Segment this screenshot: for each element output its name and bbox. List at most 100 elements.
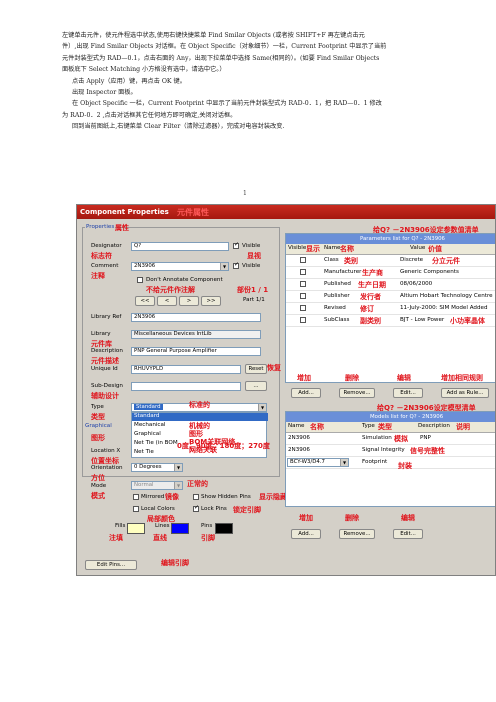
local-colors-checkbox[interactable] xyxy=(133,506,139,512)
model-type: Footprint xyxy=(362,459,388,465)
remove-param-cn: 删除 xyxy=(345,374,359,382)
param-visible-checkbox[interactable] xyxy=(300,317,306,323)
column-header[interactable]: Value xyxy=(410,245,425,251)
doc-line: 件）,出现 Find Smilar Objects 对话框。在 Object S… xyxy=(62,43,387,51)
subdesign-cn: 辅助设计 xyxy=(91,392,119,400)
reset-button[interactable]: Reset xyxy=(245,364,267,374)
properties-label: Properties xyxy=(85,224,116,230)
description-input[interactable]: PNP General Purpose Amplifier xyxy=(131,347,261,356)
unique-id-input[interactable]: RHUVYPLD xyxy=(131,365,241,374)
column-header[interactable]: Name xyxy=(288,423,305,429)
parameters-list-title: Parameters list for Q? - 2N3906 xyxy=(286,234,495,244)
doc-line: 出现 Inspector 面板。 xyxy=(72,89,137,97)
edit-param-cn: 编辑 xyxy=(397,374,411,382)
model-type-cn: 模拟 xyxy=(394,435,408,443)
remove-model-cn: 删除 xyxy=(345,514,359,522)
library-input[interactable]: Miscellaneous Devices IntLib xyxy=(131,330,261,339)
dont-annotate-checkbox[interactable] xyxy=(137,277,143,283)
edit-pins-button[interactable]: Edit Pins... xyxy=(85,560,137,570)
mode-cn: 模式 xyxy=(91,492,105,500)
mode-value-cn: 正常的 xyxy=(187,480,208,488)
column-header[interactable]: Description xyxy=(418,423,450,429)
type-option[interactable]: Graphical xyxy=(134,431,161,437)
last-part-button[interactable]: >> xyxy=(201,296,221,306)
table-row[interactable]: Published 生产日期 08/06/2000 xyxy=(286,279,495,291)
show-hidden-pins-label: Show Hidden Pins xyxy=(201,494,251,500)
mode-select[interactable]: Normal ▼ xyxy=(131,481,183,490)
type-option[interactable]: Standard xyxy=(132,413,268,421)
reset-cn: 恢复 xyxy=(267,364,281,372)
library-ref-input[interactable]: 2N3906 xyxy=(131,313,261,322)
add-model-cn: 增加 xyxy=(299,514,313,522)
subdesign-input[interactable] xyxy=(131,382,241,391)
param-visible-checkbox[interactable] xyxy=(300,293,306,299)
table-row[interactable]: 2N3906 Signal Integrity 信号完整性 xyxy=(286,445,495,457)
param-name-cn: 生产商 xyxy=(362,269,383,277)
edit-parameter-button[interactable]: Edit... xyxy=(393,388,423,398)
edit-model-button[interactable]: Edit... xyxy=(393,529,423,539)
column-header[interactable]: Visible xyxy=(288,245,306,251)
param-visible-checkbox[interactable] xyxy=(300,281,306,287)
dont-annotate-label: Don't Annotate Component xyxy=(146,277,223,283)
lines-color-swatch[interactable] xyxy=(171,523,189,534)
dialog-title-cn: 元件属性 xyxy=(177,208,209,217)
show-hidden-pins-checkbox[interactable] xyxy=(193,494,199,500)
designator-visible-checkbox[interactable] xyxy=(233,241,239,249)
chevron-down-icon: ▼ xyxy=(174,464,182,471)
first-part-button[interactable]: << xyxy=(135,296,155,306)
column-header[interactable]: Type xyxy=(362,423,375,429)
table-row[interactable]: Publisher 发行者 Altium Hobart Technology C… xyxy=(286,291,495,303)
model-description: PNP xyxy=(420,435,431,441)
pins-color-swatch[interactable] xyxy=(215,523,233,534)
type-option[interactable]: Net Tie (in BOM xyxy=(134,440,178,446)
add-parameter-button[interactable]: Add... xyxy=(291,388,321,398)
fills-label: Fills xyxy=(115,523,126,529)
table-row[interactable]: SubClass 副类别 BJT - Low Power 小功率晶体 xyxy=(286,315,495,327)
mirrored-checkbox[interactable] xyxy=(133,494,139,500)
part-cn: 部份1 / 1 xyxy=(237,286,269,294)
parameters-header-row: Visible 显示 Name 名称 Value 价值 xyxy=(286,244,495,255)
table-row[interactable]: BCY-W3/D4.7 ▼ Footprint 封装 xyxy=(286,457,495,470)
doc-line: 回到当前图纸上,右键菜单 Clear Filter（清除过滤器），完成对电容封装… xyxy=(72,123,285,131)
add-model-button[interactable]: Add... xyxy=(291,529,321,539)
param-visible-checkbox[interactable] xyxy=(300,269,306,275)
type-option[interactable]: Net Tie xyxy=(134,449,154,455)
mode-value: Normal xyxy=(134,482,154,488)
table-row[interactable]: Revised 修订 11-July-2000: SIM Model Added xyxy=(286,303,495,315)
param-name: Class xyxy=(324,257,339,263)
comment-select[interactable]: 2N3906 ▼ xyxy=(131,262,229,271)
column-header-cn: 价值 xyxy=(428,245,442,253)
add-as-rule-button[interactable]: Add as Rule... xyxy=(441,388,489,398)
next-part-button[interactable]: > xyxy=(179,296,199,306)
subdesign-browse-button[interactable]: ... xyxy=(245,381,267,391)
param-value: Altium Hobart Technology Centre xyxy=(400,293,493,299)
orientation-select[interactable]: 0 Degrees ▼ xyxy=(131,463,183,472)
column-header[interactable]: Name xyxy=(324,245,341,251)
param-name-cn: 生产日期 xyxy=(358,281,386,289)
designator-input[interactable]: Q? xyxy=(131,242,229,251)
remove-model-button[interactable]: Remove... xyxy=(339,529,375,539)
comment-visible-label: Visible xyxy=(242,263,261,269)
comment-value: 2N3906 xyxy=(134,263,156,269)
remove-parameter-button[interactable]: Remove... xyxy=(339,388,375,398)
table-row[interactable]: Class 类别 Discrete 分立元件 xyxy=(286,255,495,267)
fills-color-swatch[interactable] xyxy=(127,523,145,534)
footprint-select[interactable]: BCY-W3/D4.7 ▼ xyxy=(287,458,349,467)
param-value: BJT - Low Power xyxy=(400,317,445,323)
param-visible-checkbox[interactable] xyxy=(300,305,306,311)
visible-cn: 显视 xyxy=(247,252,261,260)
table-row[interactable]: 2N3906 Simulation 模拟 PNP xyxy=(286,433,495,445)
param-value-cn: 分立元件 xyxy=(432,257,460,265)
column-header-cn: 名称 xyxy=(310,423,324,431)
table-row[interactable]: Manufacturer 生产商 Generic Components xyxy=(286,267,495,279)
comment-visible-checkbox[interactable] xyxy=(233,261,239,269)
type-option[interactable]: Mechanical xyxy=(134,422,165,428)
param-name: Revised xyxy=(324,305,346,311)
parameters-list: Parameters list for Q? - 2N3906 Visible … xyxy=(285,233,495,383)
param-visible-checkbox[interactable] xyxy=(300,257,306,263)
lock-pins-label: Lock Pins xyxy=(201,506,227,512)
doc-line: 点击 Apply（应用）键，再点击 OK 键。 xyxy=(72,77,186,85)
chevron-down-icon: ▼ xyxy=(174,482,182,489)
prev-part-button[interactable]: < xyxy=(157,296,177,306)
lock-pins-checkbox[interactable] xyxy=(193,504,199,512)
